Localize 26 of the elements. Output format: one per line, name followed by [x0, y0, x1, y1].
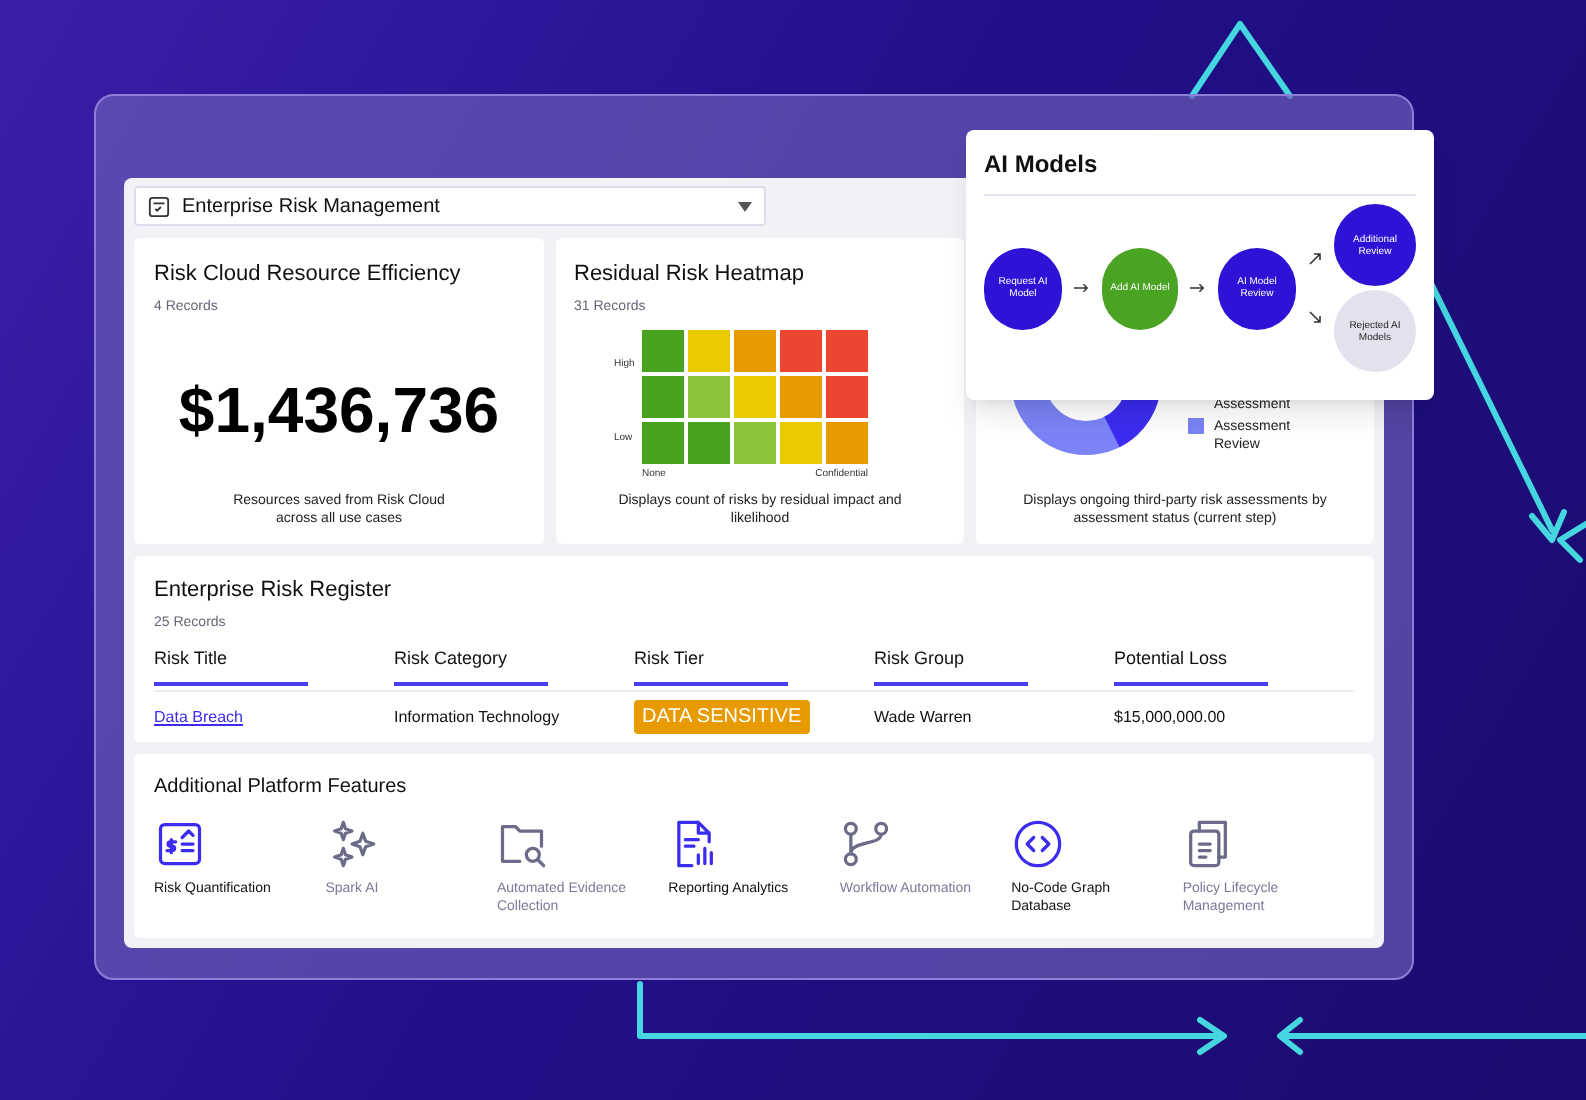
- card-title: Enterprise Risk Register: [154, 576, 394, 606]
- card-title: Additional Platform Features: [154, 774, 409, 802]
- card-title: Residual Risk Heatmap: [574, 260, 806, 290]
- arrow-icon: [1190, 282, 1206, 294]
- big-value: $1,436,736: [176, 372, 502, 450]
- card-title: Risk Cloud Resource Efficiency: [154, 260, 463, 290]
- risk-title-link[interactable]: Data Breach: [154, 707, 243, 725]
- table-cell-text: Information Technology: [394, 705, 562, 729]
- dropdown[interactable]: Enterprise Risk Management: [134, 186, 766, 226]
- column-header: Risk Title: [154, 646, 308, 685]
- dollar-chart-icon: [154, 818, 206, 870]
- tier-badge: DATA SENSITIVE: [634, 700, 810, 734]
- caret-icon: [738, 201, 752, 211]
- table-cell-text: Wade Warren: [874, 705, 974, 729]
- branch-icon: [839, 818, 892, 870]
- arrow-icon: [1307, 252, 1322, 266]
- column-header: Potential Loss: [1114, 646, 1268, 685]
- arrow-icon: [1073, 282, 1089, 294]
- column-header: Risk Tier: [634, 646, 788, 685]
- column-header: Risk Group: [874, 646, 1028, 685]
- code-circle-icon: [1011, 818, 1064, 870]
- column-header: Risk Category: [394, 646, 548, 685]
- table-cell-text: $15,000,000.00: [1114, 705, 1228, 729]
- arrow-icon: [1307, 310, 1322, 324]
- card-title: AI Models: [984, 146, 1416, 196]
- form-icon: [148, 195, 170, 217]
